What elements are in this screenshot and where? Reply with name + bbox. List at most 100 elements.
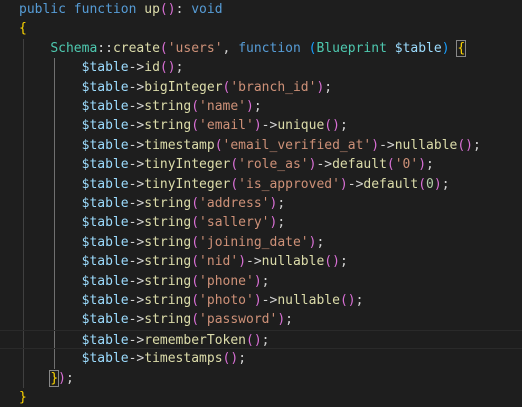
code-line[interactable]: $table->string('joining_date'); [0, 232, 522, 253]
code-token: ( [191, 196, 200, 211]
code-line-text: { [19, 19, 27, 38]
code-line[interactable]: Schema::create('users', function (Bluepr… [0, 38, 522, 59]
code-token: ; [175, 60, 184, 76]
code-token: $table [81, 254, 129, 270]
code-line[interactable]: $table->rememberToken(); [0, 329, 522, 350]
code-token: 'name' [199, 99, 247, 114]
code-token: ) [277, 312, 286, 328]
code-token: $table [81, 312, 129, 328]
code-line[interactable]: }); [0, 368, 522, 388]
code-token: $table [81, 157, 129, 173]
code-token: nullable [277, 293, 340, 308]
code-line-text: public function up(): void [19, 0, 223, 19]
code-editor[interactable]: public function up(): void{ Schema::crea… [0, 0, 522, 405]
code-token: ) [253, 118, 262, 134]
code-token: ( [230, 176, 239, 192]
code-token: () [339, 293, 356, 308]
code-line[interactable]: $table->timestamp('email_verified_at')->… [0, 135, 522, 156]
code-line[interactable]: $table->string('nid')->nullable(); [0, 252, 522, 272]
code-token: 'nid' [199, 254, 239, 270]
code-token: 'email_verified_at' [222, 137, 372, 153]
code-token: $table [81, 196, 129, 211]
code-token: create [112, 40, 160, 56]
code-token: up [144, 2, 160, 17]
code-line[interactable]: $table->id(); [0, 58, 522, 78]
code-token: string [144, 118, 192, 134]
code-token: ( [230, 157, 239, 173]
code-token: ) [246, 99, 254, 114]
code-line[interactable]: $table->bigInteger('branch_id'); [0, 77, 522, 97]
code-line[interactable]: $table->string('password'); [0, 310, 522, 330]
code-line[interactable]: { [0, 19, 522, 38]
code-token: nullable [394, 137, 458, 153]
code-token: default [363, 176, 419, 192]
code-token: ( [191, 293, 200, 308]
code-token: 0 [426, 176, 434, 192]
code-token: unique [277, 118, 325, 134]
code-token: -> [128, 273, 145, 289]
code-line-text: } [19, 388, 27, 407]
code-line[interactable]: $table->string('name'); [0, 97, 522, 117]
code-line-text: $table->string('name'); [19, 97, 262, 116]
code-line-text: $table->string('photo')->nullable(); [19, 291, 364, 310]
code-token: () [159, 2, 176, 17]
code-token: ) [339, 176, 348, 192]
code-token: { [456, 39, 467, 57]
code-line[interactable]: public function up(): void [0, 0, 522, 19]
code-token: ; [277, 215, 286, 231]
code-token: ( [191, 273, 200, 289]
code-token: 'sallery' [199, 215, 270, 231]
code-token: string [144, 293, 192, 308]
code-line-text: $table->string('sallery'); [19, 213, 286, 232]
code-token: ) [253, 293, 262, 308]
code-line[interactable]: $table->string('photo')->nullable(); [0, 291, 522, 311]
code-line-text: $table->timestamps(); [19, 349, 246, 368]
code-token: -> [128, 254, 145, 270]
code-line[interactable]: $table->string('address'); [0, 194, 522, 214]
code-line-text: $table->tinyInteger('role_as')->default(… [19, 155, 434, 174]
code-token: timestamps [144, 351, 223, 367]
code-line[interactable]: $table->tinyInteger('is_approved')->defa… [0, 174, 522, 194]
code-token: -> [128, 118, 145, 134]
code-line[interactable]: $table->string('email')->unique(); [0, 116, 522, 136]
code-token: ) [253, 273, 262, 289]
code-token: -> [128, 137, 145, 153]
code-line[interactable]: } [0, 388, 522, 407]
code-token: ; [285, 312, 293, 328]
code-token: -> [128, 60, 145, 76]
code-token: string [144, 254, 192, 270]
code-token: $table [81, 60, 129, 76]
code-token: default [332, 157, 387, 173]
code-line[interactable]: $table->string('sallery'); [0, 213, 522, 233]
code-token: 'is_approved' [238, 176, 340, 192]
code-token: string [144, 312, 192, 328]
code-token: ; [324, 79, 333, 95]
code-token: $table [81, 176, 129, 192]
code-token: string [144, 99, 192, 114]
code-token: 'phone' [199, 273, 254, 289]
code-line[interactable]: $table->timestamps(); [0, 349, 522, 369]
code-token: $table [81, 332, 129, 348]
code-token: -> [128, 99, 145, 114]
code-line-text: $table->string('email')->unique(); [19, 116, 348, 135]
code-line-text: $table->tinyInteger('is_approved')->defa… [19, 175, 450, 194]
code-token: $table [81, 137, 129, 153]
code-token: ( [191, 234, 200, 250]
code-token: rememberToken [144, 332, 246, 348]
code-token: () [159, 60, 176, 76]
code-line[interactable]: $table->string('phone'); [0, 271, 522, 291]
code-line[interactable]: $table->tinyInteger('role_as')->default(… [0, 155, 522, 175]
code-token: ; [253, 99, 262, 114]
code-token: string [144, 234, 192, 250]
code-token: $table [81, 215, 129, 231]
